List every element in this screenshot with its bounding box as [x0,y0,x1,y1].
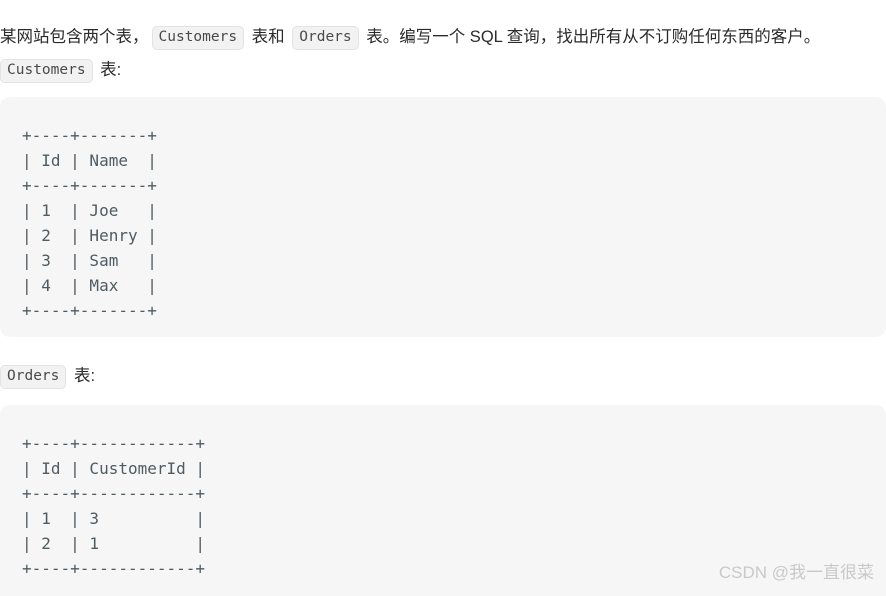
section-label-orders-suffix: 表: [69,367,96,385]
inline-code-customers: Customers [151,25,245,50]
section-label-orders: Orders 表: [0,363,95,389]
inline-code-orders-heading: Orders [0,365,67,389]
problem-statement-text-part-1: 某网站包含两个表， [0,27,149,46]
ascii-table-customers: +----+-------+ | Id | Name | +----+-----… [22,126,157,320]
problem-statement-text-part-2: 表和 [247,27,290,46]
csdn-watermark: CSDN @我一直很菜 [718,563,874,582]
ascii-table-orders: +----+------------+ | Id | CustomerId | … [22,434,206,578]
problem-statement-text-part-3: 表。编写一个 SQL 查询，找出所有从不订购任何东西的客户。 [361,27,821,46]
section-label-customers: Customers 表: [0,57,121,83]
problem-statement: 某网站包含两个表， Customers 表和 Orders 表。编写一个 SQL … [0,23,886,51]
code-block-customers-table: +----+-------+ | Id | Name | +----+-----… [0,97,886,337]
section-label-customers-suffix: 表: [95,61,122,79]
document-page: 某网站包含两个表， Customers 表和 Orders 表。编写一个 SQL … [0,0,886,596]
inline-code-orders: Orders [292,25,359,50]
inline-code-customers-heading: Customers [0,59,93,83]
